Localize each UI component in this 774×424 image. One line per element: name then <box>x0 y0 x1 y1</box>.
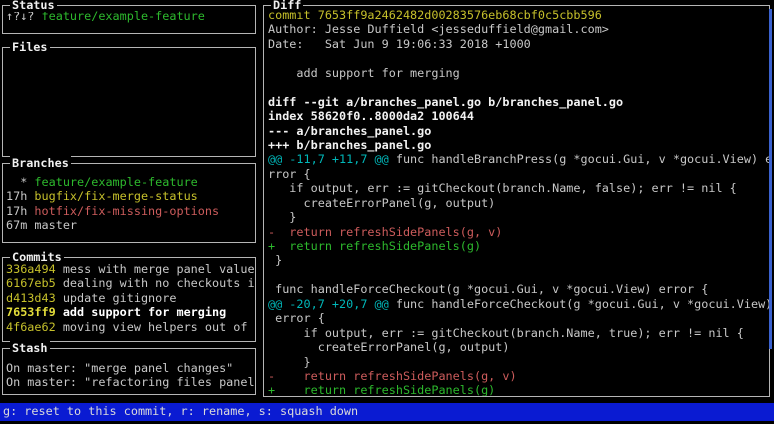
diff-line: @@ -11,7 +11,7 @@ func handleBranchPress… <box>268 152 769 166</box>
diff-line: rror { <box>268 167 769 181</box>
branch-row[interactable]: 17h bugfix/fix-merge-status <box>6 189 255 203</box>
diff-line: - return refreshSidePanels(g, v) <box>268 225 769 239</box>
status-panel[interactable]: Status ↑?↓? feature/example-feature <box>2 5 256 34</box>
commits-panel[interactable]: Commits 336a494 mess with merge panel va… <box>2 257 256 342</box>
files-panel[interactable]: Files <box>2 47 256 157</box>
diff-line: Date: Sat Jun 9 19:06:33 2018 +1000 <box>268 37 769 51</box>
diff-line: if output, err := gitCheckout(branch.Nam… <box>268 181 769 195</box>
current-branch-label: feature/example-feature <box>42 9 205 23</box>
diff-line <box>268 268 769 282</box>
diff-line: commit 7653ff9a2462482d00283576eb68cbf0c… <box>268 8 769 22</box>
diff-panel[interactable]: Diff commit 7653ff9a2462482d00283576eb68… <box>263 5 770 397</box>
keybindings-text: g: reset to this commit, r: rename, s: s… <box>3 404 358 418</box>
diff-line: diff --git a/branches_panel.go b/branche… <box>268 95 769 109</box>
files-panel-title: Files <box>10 40 50 54</box>
diff-line: + return refreshSidePanels(g) <box>268 383 769 396</box>
commits-panel-title: Commits <box>10 250 64 264</box>
diff-content[interactable]: commit 7653ff9a2462482d00283576eb68cbf0c… <box>264 6 769 396</box>
keybindings-bar: g: reset to this commit, r: rename, s: s… <box>0 403 774 421</box>
diff-line: index 58620f0..8000da2 100644 <box>268 109 769 123</box>
commit-row[interactable]: d413d43 update gitignore <box>6 291 255 305</box>
diff-panel-title: Diff <box>271 0 303 12</box>
stash-panel[interactable]: Stash On master: "merge panel changes"On… <box>2 348 256 395</box>
stash-panel-title: Stash <box>10 341 50 355</box>
diff-line: - return refreshSidePanels(g, v) <box>268 369 769 383</box>
stash-row[interactable]: On master: "refactoring files panel <box>6 375 255 389</box>
commit-row[interactable]: 6167eb5 dealing with no checkouts i <box>6 276 255 290</box>
diff-line: @@ -20,7 +20,7 @@ func handleForceChecko… <box>268 297 769 311</box>
diff-line: func handleForceCheckout(g *gocui.Gui, v… <box>268 282 769 296</box>
branches-list: * feature/example-feature17h bugfix/fix-… <box>3 164 255 242</box>
diff-line: } <box>268 253 769 267</box>
diff-line: error { <box>268 311 769 325</box>
branches-panel[interactable]: Branches * feature/example-feature17h bu… <box>2 163 256 243</box>
diff-line: createErrorPanel(g, output) <box>268 340 769 354</box>
branch-row[interactable]: 67m master <box>6 218 255 232</box>
diff-line: + return refreshSidePanels(g) <box>268 239 769 253</box>
files-list <box>3 48 255 156</box>
stash-list: On master: "merge panel changes"On maste… <box>3 349 255 394</box>
diff-line <box>268 80 769 94</box>
diff-line <box>268 51 769 65</box>
stash-row[interactable]: On master: "merge panel changes" <box>6 361 255 375</box>
commits-list: 336a494 mess with merge panel value6167e… <box>3 258 255 341</box>
diff-line: add support for merging <box>268 66 769 80</box>
diff-line: --- a/branches_panel.go <box>268 124 769 138</box>
diff-line: if output, err := gitCheckout(branch.Nam… <box>268 326 769 340</box>
diff-line: Author: Jesse Duffield <jesseduffield@gm… <box>268 22 769 36</box>
status-panel-title: Status <box>10 0 57 12</box>
diff-line: } <box>268 355 769 369</box>
scrollbar-thumb[interactable] <box>769 9 772 349</box>
branch-row[interactable]: 17h hotfix/fix-missing-options <box>6 204 255 218</box>
commit-row[interactable]: 4f6ae62 moving view helpers out of <box>6 320 255 334</box>
diff-line: +++ b/branches_panel.go <box>268 138 769 152</box>
branches-panel-title: Branches <box>10 156 71 170</box>
diff-line: } <box>268 210 769 224</box>
commit-row[interactable]: 7653ff9 add support for merging <box>6 305 255 319</box>
lazygit-terminal: Status ↑?↓? feature/example-feature File… <box>0 0 774 424</box>
diff-line: createErrorPanel(g, output) <box>268 196 769 210</box>
branch-row[interactable]: * feature/example-feature <box>6 175 255 189</box>
